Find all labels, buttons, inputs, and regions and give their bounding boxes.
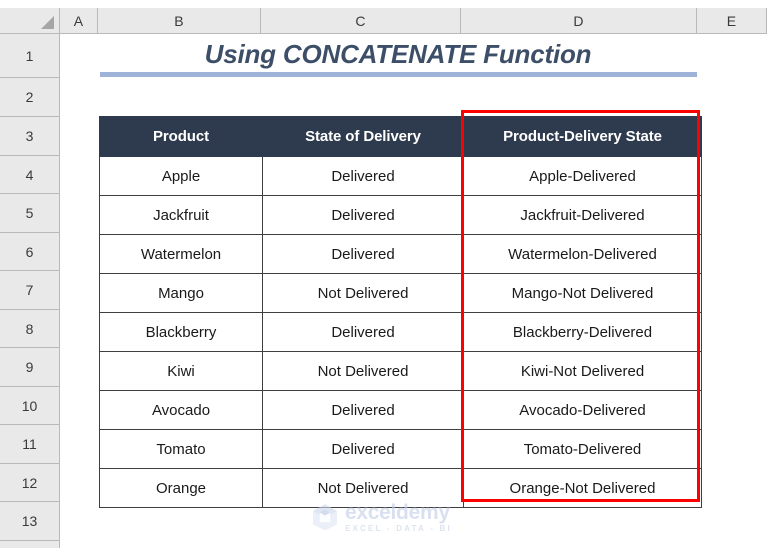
- cell-product[interactable]: Blackberry: [99, 312, 263, 352]
- column-header-b[interactable]: B: [98, 8, 261, 34]
- table-row: Avocado Delivered Avocado-Delivered: [99, 390, 702, 430]
- column-header-b-label: B: [174, 12, 184, 29]
- cell-combined[interactable]: Apple-Delivered: [463, 156, 702, 196]
- table-row: Mango Not Delivered Mango-Not Delivered: [99, 273, 702, 313]
- cell-product[interactable]: Watermelon: [99, 234, 263, 274]
- cell-state[interactable]: Delivered: [262, 312, 464, 352]
- column-header-product-state[interactable]: Product-Delivery State: [463, 116, 702, 157]
- cell-state[interactable]: Delivered: [262, 234, 464, 274]
- exceldemy-cube-logo-icon: [313, 504, 337, 531]
- row-header-12[interactable]: 12: [0, 464, 60, 502]
- column-header-product[interactable]: Product: [99, 116, 263, 157]
- cell-product[interactable]: Avocado: [99, 390, 263, 430]
- row-header-1-label: 1: [25, 47, 34, 64]
- cell-combined[interactable]: Tomato-Delivered: [463, 429, 702, 469]
- cell-state[interactable]: Delivered: [262, 390, 464, 430]
- row-header-10-label: 10: [21, 397, 38, 414]
- title-underline-bar: [100, 72, 697, 77]
- row-header-6-label: 6: [25, 243, 34, 260]
- column-header-c[interactable]: C: [261, 8, 461, 34]
- row-header-7-label: 7: [25, 282, 34, 298]
- row-header-2[interactable]: 2: [0, 78, 60, 117]
- cell-state[interactable]: Delivered: [262, 429, 464, 469]
- select-all-triangle-icon: [41, 16, 54, 29]
- exceldemy-watermark: exceldemy EXCEL - DATA - BI: [310, 497, 490, 537]
- concatenate-data-table: Product State of Delivery Product-Delive…: [99, 116, 702, 508]
- row-header-1[interactable]: 1: [0, 34, 60, 78]
- row-header-8-label: 8: [25, 320, 34, 337]
- cell-state[interactable]: Not Delivered: [262, 351, 464, 391]
- row-header-13-label: 13: [21, 513, 38, 529]
- row-header-7[interactable]: 7: [0, 271, 60, 310]
- row-header-12-label: 12: [21, 474, 38, 491]
- row-header-11-label: 11: [22, 436, 37, 452]
- cell-product[interactable]: Mango: [99, 273, 263, 313]
- row-header-4[interactable]: 4: [0, 156, 60, 194]
- row-header-3-label: 3: [25, 128, 34, 144]
- table-row: Blackberry Delivered Blackberry-Delivere…: [99, 312, 702, 352]
- cell-combined[interactable]: Jackfruit-Delivered: [463, 195, 702, 235]
- column-header-a[interactable]: A: [60, 8, 98, 34]
- row-header-5[interactable]: 5: [0, 194, 60, 233]
- cell-combined[interactable]: Blackberry-Delivered: [463, 312, 702, 352]
- cell-state[interactable]: Delivered: [262, 156, 464, 196]
- table-row: Kiwi Not Delivered Kiwi-Not Delivered: [99, 351, 702, 391]
- row-header-5-label: 5: [25, 205, 34, 221]
- table-row: Jackfruit Delivered Jackfruit-Delivered: [99, 195, 702, 235]
- table-row: Apple Delivered Apple-Delivered: [99, 156, 702, 196]
- table-header-row: Product State of Delivery Product-Delive…: [99, 116, 702, 157]
- cell-state[interactable]: Not Delivered: [262, 273, 464, 313]
- watermark-brand-name: exceldemy: [345, 500, 450, 524]
- cell-product[interactable]: Apple: [99, 156, 263, 196]
- column-header-e-label: E: [726, 12, 737, 29]
- row-header-13[interactable]: 13: [0, 502, 60, 541]
- row-header-3[interactable]: 3: [0, 117, 60, 156]
- cell-state[interactable]: Delivered: [262, 195, 464, 235]
- table-row: Tomato Delivered Tomato-Delivered: [99, 429, 702, 469]
- cell-combined[interactable]: Orange-Not Delivered: [463, 468, 702, 508]
- row-header-2-label: 2: [25, 89, 34, 105]
- select-all-button[interactable]: [0, 8, 60, 34]
- cell-product[interactable]: Orange: [99, 468, 263, 508]
- cell-product[interactable]: Tomato: [99, 429, 263, 469]
- page-title: Using CONCATENATE Function: [204, 38, 592, 69]
- excel-worksheet: A B C D E 1 2 3 4 5 6 7 8 9 10 11 12 13 …: [0, 0, 767, 548]
- cell-combined[interactable]: Watermelon-Delivered: [463, 234, 702, 274]
- watermark-text: exceldemy EXCEL - DATA - BI: [345, 502, 452, 533]
- row-header-8[interactable]: 8: [0, 310, 60, 348]
- column-header-c-label: C: [355, 12, 366, 29]
- cell-product[interactable]: Jackfruit: [99, 195, 263, 235]
- row-header-11[interactable]: 11: [0, 425, 60, 464]
- column-header-state[interactable]: State of Delivery: [262, 116, 464, 157]
- column-header-e[interactable]: E: [697, 8, 767, 34]
- cell-combined[interactable]: Mango-Not Delivered: [463, 273, 702, 313]
- column-header-d-label: D: [573, 12, 584, 29]
- row-header-9[interactable]: 9: [0, 348, 60, 387]
- row-header-10[interactable]: 10: [0, 387, 60, 425]
- row-header-4-label: 4: [25, 166, 34, 183]
- column-header-a-label: A: [73, 12, 84, 29]
- table-row: Watermelon Delivered Watermelon-Delivere…: [99, 234, 702, 274]
- cell-combined[interactable]: Avocado-Delivered: [463, 390, 702, 430]
- watermark-tagline: EXCEL - DATA - BI: [345, 523, 452, 533]
- column-header-d[interactable]: D: [461, 8, 697, 34]
- cell-combined[interactable]: Kiwi-Not Delivered: [463, 351, 702, 391]
- row-header-9-label: 9: [25, 359, 34, 375]
- row-header-6[interactable]: 6: [0, 233, 60, 271]
- cell-product[interactable]: Kiwi: [99, 351, 263, 391]
